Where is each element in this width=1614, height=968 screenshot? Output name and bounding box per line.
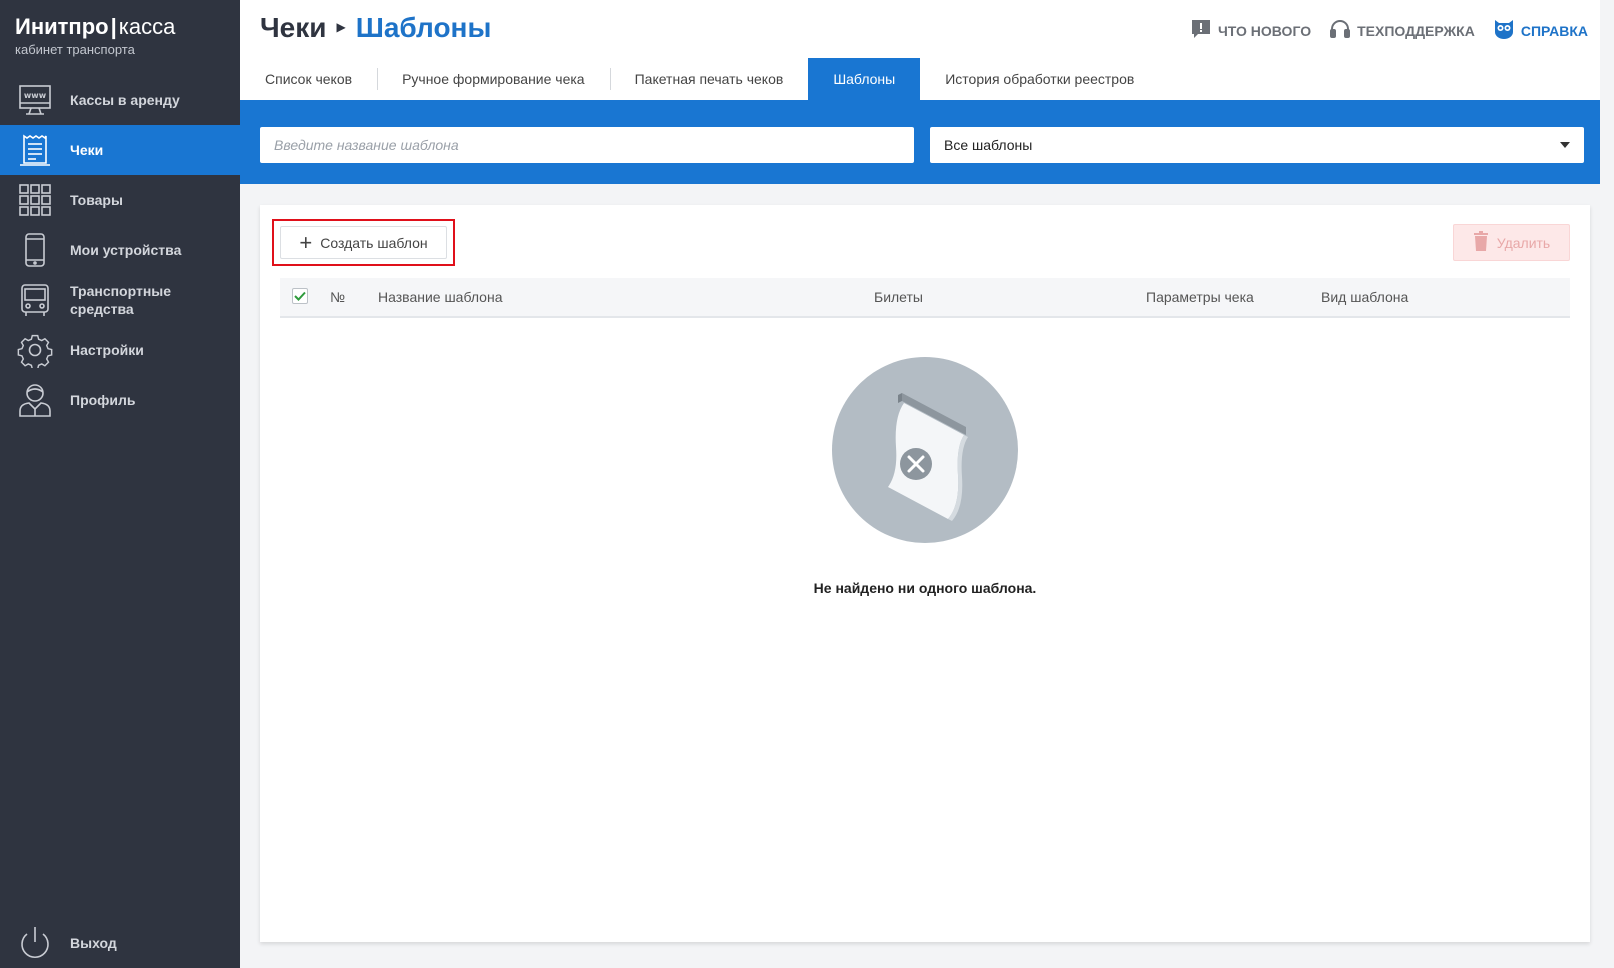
column-number[interactable]: № <box>330 289 345 305</box>
filter-bar: Все шаблоны <box>240 100 1614 184</box>
help-label: СПРАВКА <box>1520 22 1588 39</box>
column-receipt-params[interactable]: Параметры чека <box>1146 289 1254 305</box>
template-search-input[interactable] <box>260 127 914 163</box>
receipt-icon <box>16 131 54 169</box>
sidebar-item-settings[interactable]: Настройки <box>0 325 240 375</box>
chevron-down-icon <box>1560 142 1570 148</box>
trash-icon <box>1473 231 1489 254</box>
table-header: № Название шаблона Билеты Параметры чека… <box>280 278 1570 318</box>
column-tickets[interactable]: Билеты <box>874 289 923 305</box>
terminal-www-icon: www <box>16 81 54 119</box>
sidebar-item-label-line1: Транспортные <box>70 283 172 299</box>
brand-name-bold: Инитпро <box>15 14 109 39</box>
select-all-checkbox[interactable] <box>292 288 308 304</box>
sidebar-item-my-devices[interactable]: Мои устройства <box>0 225 240 275</box>
column-template-name[interactable]: Название шаблона <box>378 289 503 305</box>
tab-manual-receipt[interactable]: Ручное формирование чека <box>377 58 610 100</box>
breadcrumb: Чеки ▶ Шаблоны <box>260 12 491 44</box>
help-link[interactable]: СПРАВКА <box>1493 18 1588 43</box>
header-links: ЧТО НОВОГО ТЕХПОДДЕРЖКА СПРАВКА <box>1190 18 1588 43</box>
gear-icon <box>16 331 54 369</box>
plus-icon: + <box>299 229 313 255</box>
sidebar-item-rent-registers[interactable]: www Кассы в аренду <box>0 75 240 125</box>
bus-icon <box>16 281 54 319</box>
sidebar-item-label: Кассы в аренду <box>70 92 180 108</box>
breadcrumb-arrow-icon: ▶ <box>336 19 346 34</box>
sidebar-item-profile[interactable]: Профиль <box>0 375 240 425</box>
svg-text:www: www <box>24 91 47 100</box>
sidebar-nav: www Кассы в аренду Чеки Товары Мои устро… <box>0 75 240 425</box>
template-filter-value: Все шаблоны <box>944 137 1033 153</box>
template-filter-select[interactable]: Все шаблоны <box>930 127 1584 163</box>
page-title: Шаблоны <box>355 12 492 43</box>
user-icon <box>16 381 54 419</box>
checkmark-icon <box>294 291 306 301</box>
column-template-type[interactable]: Вид шаблона <box>1321 289 1408 305</box>
announcement-icon <box>1190 18 1212 43</box>
create-template-label: Создать шаблон <box>320 234 428 251</box>
sidebar-item-logout[interactable]: Выход <box>0 918 240 968</box>
smartphone-icon <box>16 231 54 269</box>
whats-new-label: ЧТО НОВОГО <box>1217 22 1312 39</box>
delete-button[interactable]: Удалить <box>1453 224 1570 261</box>
tab-receipt-list[interactable]: Список чеков <box>240 58 377 100</box>
sidebar-item-label: Чеки <box>70 142 104 158</box>
tab-templates[interactable]: Шаблоны <box>808 58 921 100</box>
logout-label: Выход <box>70 935 117 951</box>
tab-batch-print[interactable]: Пакетная печать чеков <box>609 58 809 100</box>
sidebar: Инитпро|касса кабинет транспорта www Кас… <box>0 0 240 968</box>
sidebar-item-label: Транспортные средства <box>70 282 171 318</box>
grid-icon <box>16 181 54 219</box>
sidebar-item-products[interactable]: Товары <box>0 175 240 225</box>
sidebar-item-vehicles[interactable]: Транспортные средства <box>0 275 240 325</box>
sidebar-item-label: Товары <box>70 192 123 208</box>
highlight-frame: + Создать шаблон <box>272 219 455 266</box>
sidebar-item-label: Профиль <box>70 392 136 408</box>
headset-icon <box>1329 18 1351 43</box>
sidebar-item-label: Мои устройства <box>70 242 182 258</box>
templates-panel: + Создать шаблон Удалить № Название шабл… <box>260 205 1590 942</box>
sidebar-item-label-line2: средства <box>70 301 134 317</box>
top-header: Чеки ▶ Шаблоны ЧТО НОВОГО ТЕХПОДДЕРЖКА СПР… <box>240 0 1614 59</box>
page-scrollbar[interactable] <box>1600 0 1614 968</box>
support-label: ТЕХПОДДЕРЖКА <box>1357 22 1475 39</box>
sidebar-item-label: Настройки <box>70 342 144 358</box>
empty-state-message: Не найдено ни одного шаблона. <box>813 580 1037 596</box>
empty-receipt-illustration <box>832 357 1018 543</box>
breadcrumb-root[interactable]: Чеки <box>260 12 326 43</box>
brand-subtitle: кабинет транспорта <box>15 42 135 57</box>
tab-bar: Список чеков Ручное формирование чека Па… <box>240 58 1614 100</box>
whats-new-link[interactable]: ЧТО НОВОГО <box>1190 18 1311 43</box>
brand-separator: | <box>110 14 117 39</box>
delete-label: Удалить <box>1496 234 1551 251</box>
owl-icon <box>1493 18 1515 43</box>
tab-registry-history[interactable]: История обработки реестров <box>920 58 1159 100</box>
support-link[interactable]: ТЕХПОДДЕРЖКА <box>1329 18 1475 43</box>
brand-logo[interactable]: Инитпро|касса кабинет транспорта <box>15 14 175 57</box>
create-template-button[interactable]: + Создать шаблон <box>280 226 447 259</box>
power-icon <box>16 924 54 962</box>
sidebar-item-receipts[interactable]: Чеки <box>0 125 240 175</box>
brand-name-light: касса <box>118 14 176 39</box>
